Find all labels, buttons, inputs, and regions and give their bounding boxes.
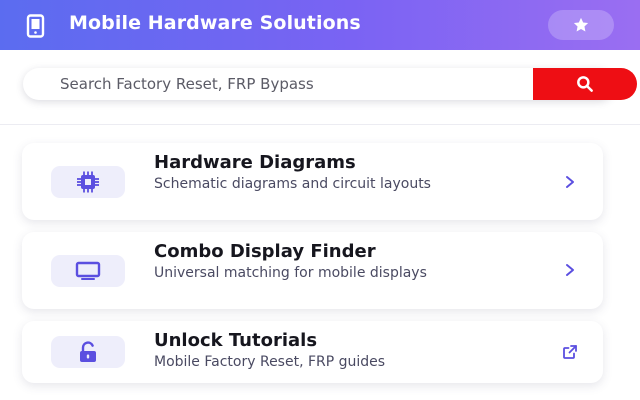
app-title: Mobile Hardware Solutions xyxy=(69,12,361,34)
monitor-icon xyxy=(75,261,101,280)
card-description: Universal matching for mobile displays xyxy=(154,265,427,281)
favorite-button[interactable] xyxy=(548,10,614,40)
card-title: Combo Display Finder xyxy=(154,241,376,262)
card-hardware-diagrams[interactable]: Hardware Diagrams Schematic diagrams and… xyxy=(22,143,603,220)
smartphone-icon xyxy=(26,14,45,38)
search-button[interactable] xyxy=(533,68,637,100)
card-description: Schematic diagrams and circuit layouts xyxy=(154,176,431,192)
card-combo-display-finder[interactable]: Combo Display Finder Universal matching … xyxy=(22,232,603,309)
card-icon-box xyxy=(51,166,125,198)
card-unlock-tutorials[interactable]: Unlock Tutorials Mobile Factory Reset, F… xyxy=(22,321,603,383)
divider xyxy=(0,124,640,125)
unlock-icon xyxy=(80,341,96,362)
chevron-right-icon[interactable] xyxy=(562,174,578,190)
search-input[interactable] xyxy=(23,68,510,100)
card-description: Mobile Factory Reset, FRP guides xyxy=(154,354,386,370)
chevron-right-icon[interactable] xyxy=(562,262,578,278)
app-header: Mobile Hardware Solutions xyxy=(0,0,640,50)
search-bar xyxy=(23,68,637,100)
external-link-icon[interactable] xyxy=(562,344,578,360)
card-title: Hardware Diagrams xyxy=(154,152,356,173)
card-icon-box xyxy=(51,255,125,287)
card-title: Unlock Tutorials xyxy=(154,330,318,351)
search-icon xyxy=(577,76,593,92)
card-icon-box xyxy=(51,336,125,368)
chip-icon xyxy=(77,171,99,193)
star-icon xyxy=(573,17,589,32)
